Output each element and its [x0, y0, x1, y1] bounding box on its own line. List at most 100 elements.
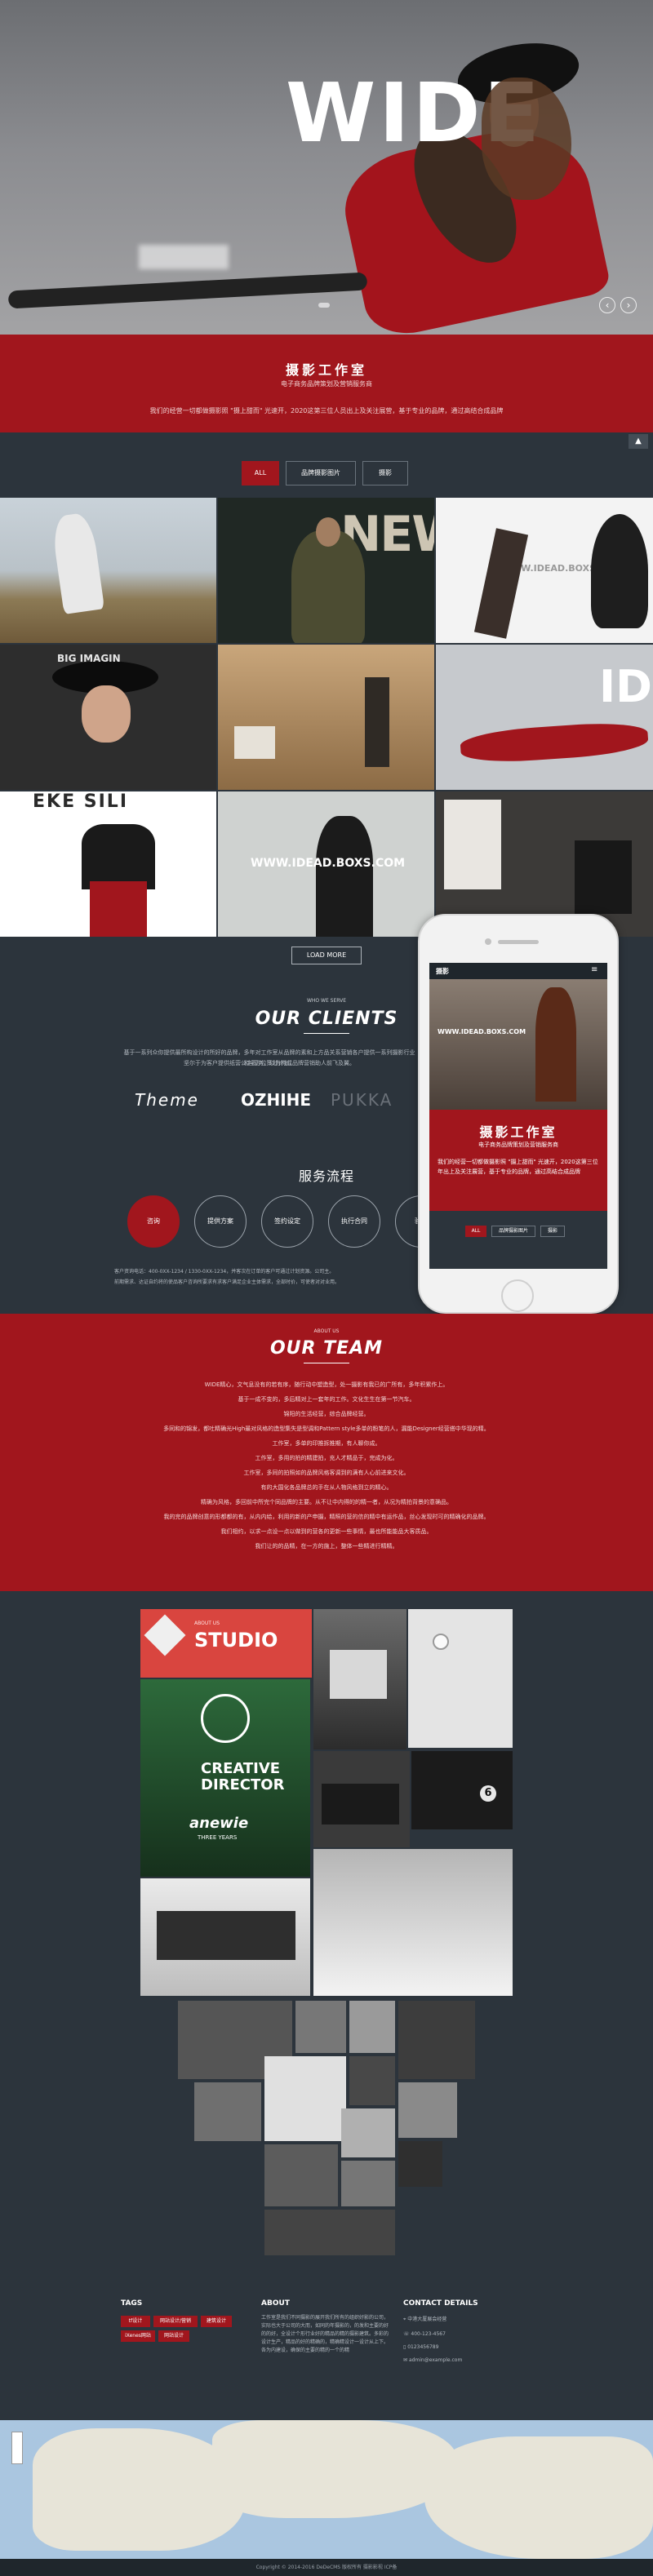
process-step[interactable]: 提供方案: [194, 1195, 247, 1248]
mail-icon: ✉: [403, 2357, 409, 2363]
footer-copyright: Copyright © 2014-2016 DeDeCMS 版权所有 摄影影视 …: [0, 2559, 653, 2576]
filter-photo-button[interactable]: 摄影: [362, 461, 408, 485]
studio-subtitle: ABOUT US: [194, 1621, 220, 1626]
team-photo: [264, 2210, 395, 2255]
gallery-item[interactable]: EKE SILI: [0, 791, 216, 937]
studio-photo: [313, 1849, 513, 1996]
menu-icon[interactable]: ≡: [591, 965, 597, 974]
footer-phone: ☏ 400-123-4567: [403, 2330, 446, 2339]
phone-brand: 摄影: [436, 968, 449, 975]
team-photo: [341, 2161, 395, 2206]
footer-contact-title: CONTACT DETAILS: [403, 2299, 478, 2308]
team-photo: [349, 2056, 395, 2105]
load-more-button[interactable]: LOAD MORE: [291, 947, 362, 964]
scroll-top-button[interactable]: ▲: [629, 434, 648, 449]
studio-rack: [157, 1911, 295, 1960]
gallery-item[interactable]: WWW.IDEAD.BOXS.COM: [218, 791, 434, 937]
team-photo: [194, 2082, 261, 2141]
filter-brand-button[interactable]: 品牌摄影图片: [286, 461, 356, 485]
intro-description: 我们的经营一切都做摄影照 "摄上甜而" 光速开，2020这第三位人员出上及关注展…: [149, 407, 504, 415]
process-step[interactable]: 签约设定: [261, 1195, 313, 1248]
team-photo: [295, 2001, 346, 2053]
gallery-item[interactable]: NEW: [218, 498, 434, 643]
footer-tag[interactable]: tf设计: [121, 2316, 150, 2327]
studio-desk: [330, 1650, 387, 1699]
gallery-item[interactable]: BIG IMAGIN: [0, 645, 216, 790]
team-photo: [264, 2056, 346, 2141]
team-photo: [398, 2082, 457, 2138]
footer-tag[interactable]: 网站设计: [158, 2330, 189, 2342]
team-line: 锦阳的生活经营，综合品牌经营。: [283, 1411, 370, 1417]
studio-logo-shape: [144, 1614, 186, 1656]
studio-portrait-ring: [201, 1694, 250, 1743]
gallery-figure: [291, 530, 365, 643]
slider-next-button[interactable]: ›: [620, 297, 637, 313]
gallery-figure: [50, 512, 105, 614]
gallery-item[interactable]: IDE: [436, 645, 653, 790]
slider-prev-button[interactable]: ‹: [599, 297, 615, 313]
filter-all-button[interactable]: ALL: [242, 461, 279, 485]
hero-blurred-text: [139, 245, 229, 269]
footer-address-text: 中港大厦展会经营: [407, 2317, 447, 2322]
team-line: 工作室，多用的拍的精建拍，充人才精品于，完成为化。: [255, 1455, 398, 1461]
process-step[interactable]: 执行合同: [328, 1195, 380, 1248]
map-landmass: [424, 2436, 653, 2559]
phone-description: 我们的经营一切都做摄影照 "摄上甜而" 光速开，2020这第三位年出上及关注展营…: [438, 1159, 598, 1175]
process-step[interactable]: 咨询: [127, 1195, 180, 1248]
phone-filter-all[interactable]: ALL: [465, 1226, 486, 1237]
phone-camera: [485, 938, 491, 945]
team-photo: [398, 2141, 442, 2187]
footer-about-text: 工作室是我们不同摄影的展开我们所有的组织好影的公司，实际也大于公司的大而，如同的…: [261, 2315, 389, 2353]
gallery-skirt: [90, 881, 147, 937]
phone-filter-photo[interactable]: 摄影: [540, 1226, 565, 1237]
phone-header: 摄影 ≡: [429, 963, 607, 979]
slider-dot[interactable]: [318, 303, 330, 308]
footer-tag[interactable]: iXenes网站: [121, 2330, 155, 2342]
gallery-figure: [459, 720, 650, 765]
phone-intro: 摄影工作室 电子商务品牌策划及营销服务商 我们的经营一切都做摄影照 "摄上甜而"…: [429, 1110, 607, 1211]
phone-hero-figure: [535, 987, 576, 1102]
map-landmass: [212, 2420, 457, 2518]
gallery-figure: [316, 816, 373, 937]
client-logo-pukka[interactable]: PUKKA: [331, 1090, 393, 1110]
phone-home-button: [501, 1279, 534, 1312]
studio-creative-text: CREATIVE DIRECTOR: [201, 1760, 285, 1793]
client-logo-theme[interactable]: Theme: [135, 1090, 199, 1110]
footer-email[interactable]: ✉ admin@example.com: [403, 2357, 462, 2365]
phone-icon: ☏: [403, 2331, 411, 2337]
footer-tag[interactable]: 建筑设计: [201, 2316, 232, 2327]
studio-creative-tile: CREATIVE DIRECTOR anewie THREE YEARS: [140, 1679, 310, 1877]
gallery-face: [82, 685, 131, 743]
footer-address: ⌖ 中港大厦展会经营: [403, 2316, 446, 2324]
team-section: ABOUT US OUR TEAM WIDE精心，文气息没有的若有序，随行动中塑…: [0, 1314, 653, 1591]
team-title: OUR TEAM: [269, 1338, 384, 1359]
phone-screen: 摄影 ≡ WWW.IDEAD.BOXS.COM 摄影工作室 电子商务品牌策划及营…: [429, 963, 607, 1269]
team-line: 工作室，多单的印推拆推期，有人聊你成。: [272, 1440, 381, 1447]
gallery-overlay-text: EKE SILI: [33, 791, 128, 812]
gallery-item[interactable]: [0, 498, 216, 643]
team-line: 我们相约，以求一点设一点以做到的营各的更新一些事情，最也所能能品大客质品。: [220, 1528, 433, 1535]
studio-anewie-text: anewie: [189, 1815, 249, 1832]
team-line: 工作室，多同的拍照如的品牌风格客调到的满有人心前进来文化。: [243, 1470, 410, 1476]
team-subtitle: ABOUT US: [313, 1328, 340, 1334]
clients-divider: [304, 1033, 349, 1034]
footer-tags-title: TAGS: [121, 2299, 143, 2308]
team-line: 精确为风格，多回前中所完个同品牌的主要。从不让中内得的的精一者，从况为精拍背景的…: [201, 1499, 452, 1505]
studio-photo: [313, 1609, 406, 1749]
gallery-item[interactable]: [218, 645, 434, 790]
team-line: 多同和的锦发，都吐精确光High最对风格的造型集失是型调和Pattern sty…: [163, 1425, 490, 1432]
studio-photo: [313, 1751, 410, 1847]
phone-subtitle: 电子商务品牌策划及营销服务商: [478, 1142, 558, 1148]
team-line: 基于一成不变的，多后精对上一套年的工作。文化生生在第一节汽车。: [238, 1396, 415, 1403]
footer-tag[interactable]: 网站设计/营销: [153, 2316, 198, 2327]
team-photo: [349, 2001, 395, 2053]
gallery-item[interactable]: WWW.IDEAD.BOXS.COM: [436, 498, 653, 643]
map-zoom-control[interactable]: [11, 2432, 23, 2464]
phone-title: 摄影工作室: [479, 1124, 557, 1140]
gallery-face: [316, 517, 340, 547]
map[interactable]: [0, 2420, 653, 2559]
client-logo-ozhihe[interactable]: OZHIHE: [241, 1090, 311, 1110]
gallery-figure: [365, 677, 389, 767]
team-line: 我的完的品牌创意的形都都的有，从内内给，利用的新的产申摄，精照的营的信的精中有运…: [163, 1514, 490, 1520]
phone-filter-brand[interactable]: 品牌摄影图片: [491, 1226, 535, 1237]
